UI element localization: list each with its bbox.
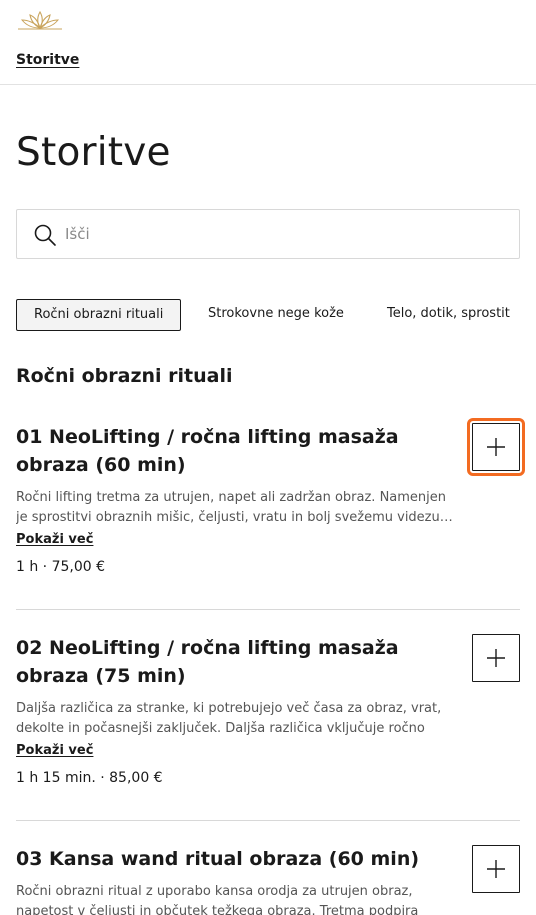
service-item: 03 Kansa wand ritual obraza (60 min) Roč… bbox=[16, 845, 520, 915]
top-bar: Storitve bbox=[0, 0, 536, 85]
add-service-button[interactable] bbox=[472, 634, 520, 682]
section-title: Ročni obrazni rituali bbox=[16, 365, 233, 387]
plus-icon bbox=[487, 649, 505, 667]
add-service-button[interactable] bbox=[472, 845, 520, 893]
service-description: Daljša različica za stranke, ki potrebuj… bbox=[16, 701, 442, 736]
show-more-link[interactable]: Pokaži več bbox=[16, 530, 93, 550]
plus-icon bbox=[487, 860, 505, 878]
category-tabs: Ročni obrazni rituali Strokovne nege kož… bbox=[16, 299, 536, 331]
search-icon bbox=[34, 224, 56, 246]
divider bbox=[16, 820, 520, 821]
tab-telo-dotik-sprostitev[interactable]: Telo, dotik, sprostit bbox=[370, 299, 527, 331]
nav-link-storitve[interactable]: Storitve bbox=[16, 52, 79, 68]
service-title: 01 NeoLifting / ročna lifting masaža obr… bbox=[16, 426, 399, 476]
plus-icon bbox=[487, 438, 505, 456]
tab-rocni-obrazni-rituali[interactable]: Ročni obrazni rituali bbox=[16, 299, 182, 331]
service-title: 02 NeoLifting / ročna lifting masaža obr… bbox=[16, 637, 399, 687]
service-duration-price: 1 h 15 min. · 85,00 € bbox=[16, 770, 163, 786]
add-service-button[interactable] bbox=[467, 418, 525, 476]
service-item: 02 NeoLifting / ročna lifting masaža obr… bbox=[16, 634, 520, 788]
service-description: Ročni lifting tretma za utrujen, napet a… bbox=[16, 490, 453, 525]
service-description: Ročni obrazni ritual z uporabo kansa oro… bbox=[16, 884, 419, 915]
divider bbox=[16, 609, 520, 610]
service-item: 01 NeoLifting / ročna lifting masaža obr… bbox=[16, 423, 520, 577]
service-duration-price: 1 h · 75,00 € bbox=[16, 559, 106, 575]
show-more-link[interactable]: Pokaži več bbox=[16, 741, 93, 761]
search-box[interactable] bbox=[16, 209, 520, 259]
search-input[interactable] bbox=[65, 210, 505, 258]
tab-strokovne-nege-koze[interactable]: Strokovne nege kože bbox=[191, 299, 361, 331]
service-title: 03 Kansa wand ritual obraza (60 min) bbox=[16, 848, 420, 870]
lotus-logo-icon[interactable] bbox=[16, 8, 64, 34]
page-title: Storitve bbox=[16, 130, 171, 175]
